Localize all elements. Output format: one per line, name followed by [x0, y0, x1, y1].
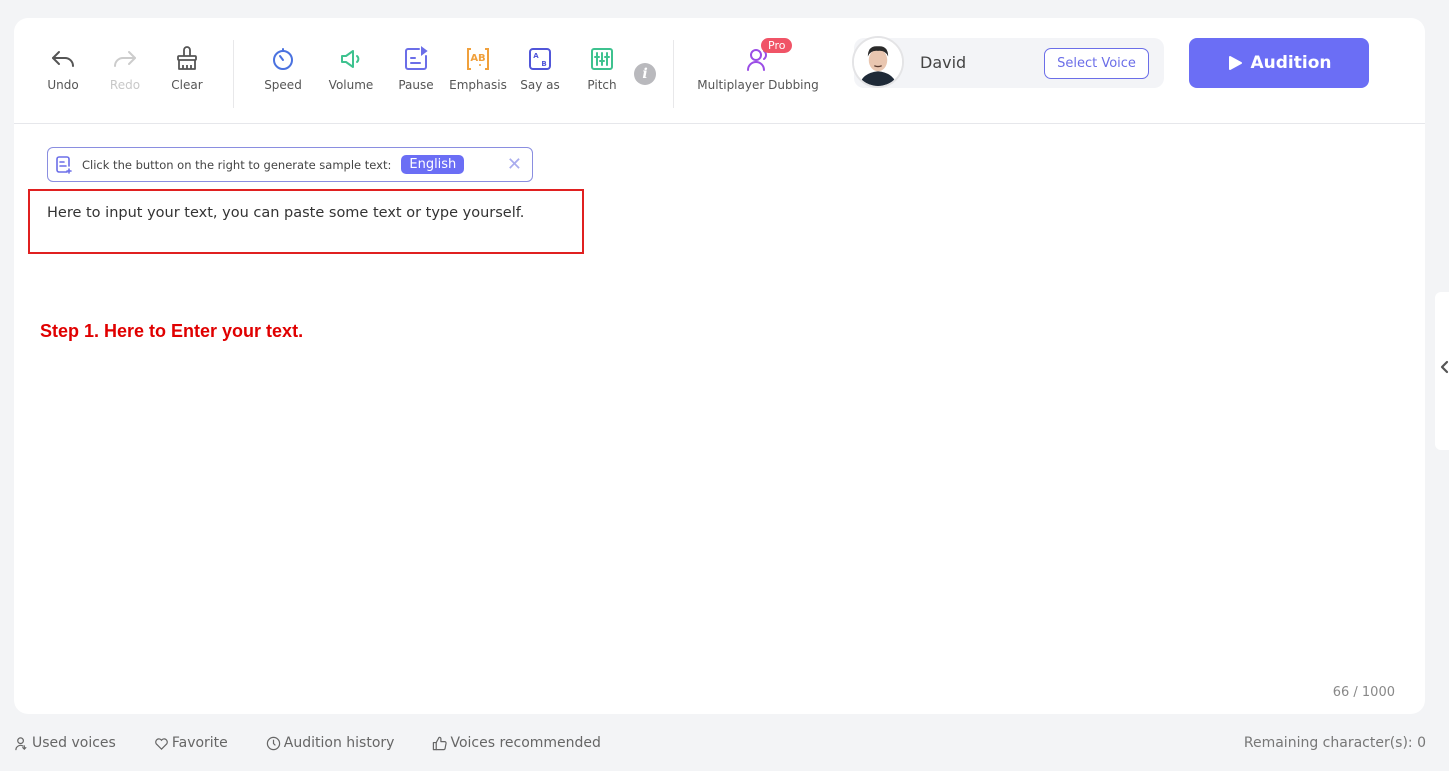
undo-label: Undo	[47, 78, 79, 92]
user-voice-icon	[15, 736, 27, 750]
toolbar-divider	[673, 40, 674, 108]
multiplayer-label: Multiplayer Dubbing	[697, 78, 819, 92]
clock-icon	[266, 736, 280, 750]
pro-badge: Pro	[761, 38, 793, 53]
emphasis-label: Emphasis	[449, 78, 507, 92]
voice-name: David	[920, 53, 967, 72]
pitch-icon	[591, 48, 613, 70]
say-as-label: Say as	[520, 78, 560, 92]
pitch-button[interactable]: Pitch	[570, 46, 634, 92]
favorite-label: Favorite	[171, 735, 228, 751]
emphasis-button[interactable]: AB Emphasis	[446, 46, 510, 92]
select-voice-button[interactable]: Select Voice	[1044, 48, 1149, 79]
favorite-link[interactable]: Favorite	[154, 735, 228, 751]
sample-prompt: Click the button on the right to generat…	[82, 157, 392, 172]
say-as-icon: AB	[529, 48, 551, 70]
pause-icon	[405, 46, 428, 70]
voices-recommended-link[interactable]: Voices recommended	[432, 735, 601, 751]
pitch-label: Pitch	[587, 78, 617, 92]
say-as-button[interactable]: AB Say as	[508, 46, 572, 92]
audition-history-label: Audition history	[283, 735, 395, 751]
language-button[interactable]: English	[401, 155, 465, 174]
audition-history-link[interactable]: Audition history	[266, 735, 395, 751]
sample-text-bar: Click the button on the right to generat…	[47, 147, 533, 182]
editor-card: Undo Redo Clear Speed Volume Pause AB Em…	[14, 18, 1425, 714]
text-input-area[interactable]: Here to input your text, you can paste s…	[28, 189, 584, 254]
volume-button[interactable]: Volume	[319, 46, 383, 92]
redo-icon	[114, 51, 136, 67]
chevron-left-icon	[1440, 360, 1449, 374]
pause-button[interactable]: Pause	[384, 46, 448, 92]
close-icon[interactable]: ✕	[507, 154, 522, 175]
avatar-image	[854, 38, 902, 86]
emphasis-icon: AB	[467, 48, 489, 70]
svg-text:B: B	[541, 60, 546, 68]
audition-button[interactable]: Audition	[1189, 38, 1369, 88]
remaining-characters: Remaining character(s): 0	[1243, 735, 1426, 751]
undo-icon	[52, 51, 74, 67]
brush-icon	[177, 46, 197, 70]
play-icon	[1228, 56, 1242, 70]
speed-button[interactable]: Speed	[251, 46, 315, 92]
step-annotation: Step 1. Here to Enter your text.	[40, 321, 304, 341]
voices-recommended-label: Voices recommended	[450, 735, 601, 751]
undo-button[interactable]: Undo	[31, 46, 95, 92]
redo-button[interactable]: Redo	[93, 46, 157, 92]
speed-icon	[273, 48, 293, 70]
thumbs-up-icon	[433, 736, 448, 750]
document-icon	[56, 155, 72, 174]
svg-text:A: A	[533, 52, 539, 60]
clear-button[interactable]: Clear	[155, 46, 219, 92]
volume-icon	[341, 50, 360, 68]
clear-label: Clear	[171, 78, 203, 92]
voice-avatar[interactable]	[852, 36, 904, 88]
pause-label: Pause	[398, 78, 434, 92]
side-panel-toggle[interactable]	[1435, 292, 1449, 450]
input-text[interactable]: Here to input your text, you can paste s…	[47, 205, 524, 221]
heart-icon	[155, 737, 168, 750]
footer-nav: Used voices Favorite Audition history Vo…	[14, 735, 639, 751]
multiplayer-dubbing-button[interactable]: Pro Multiplayer Dubbing	[697, 38, 819, 92]
audition-label: Audition	[1250, 53, 1332, 73]
speed-label: Speed	[264, 78, 302, 92]
used-voices-label: Used voices	[32, 735, 116, 751]
toolbar: Undo Redo Clear Speed Volume Pause AB Em…	[14, 18, 1425, 124]
volume-label: Volume	[328, 78, 374, 92]
voice-panel: David Select Voice	[852, 36, 1164, 88]
info-icon[interactable]: i	[634, 63, 656, 85]
redo-label: Redo	[109, 78, 141, 92]
character-counter: 66 / 1000	[1332, 685, 1395, 700]
used-voices-link[interactable]: Used voices	[14, 735, 116, 751]
toolbar-divider	[233, 40, 234, 108]
svg-text:AB: AB	[470, 53, 485, 64]
